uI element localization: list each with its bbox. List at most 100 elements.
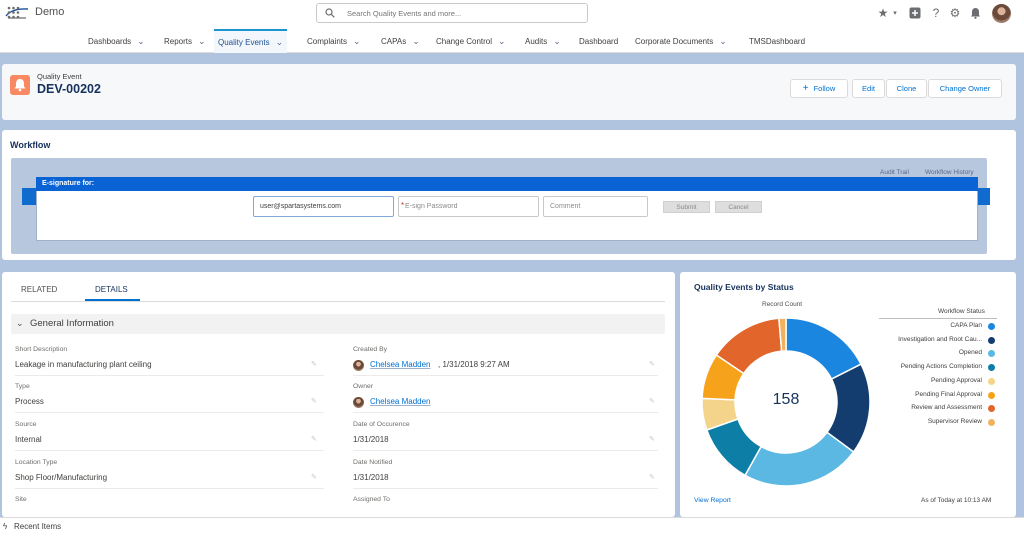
search-icon [325,8,335,18]
user-avatar[interactable] [992,4,1011,23]
legend-item-label[interactable]: Opened [959,349,982,356]
legend-swatch [988,323,995,330]
chevron-down-icon[interactable]: ⌄ [412,36,420,47]
pencil-icon[interactable]: ✎ [311,473,319,481]
view-report-link[interactable]: View Report [694,497,731,504]
legend-item-label[interactable]: Supervisor Review [928,418,982,425]
legend-item-label[interactable]: Investigation and Root Cau... [898,336,982,343]
legend-item-label[interactable]: Pending Approval [931,377,982,384]
chevron-down-icon[interactable]: ⌄ [498,36,506,47]
workflow-history-link[interactable]: Workflow History [925,169,974,176]
legend-item-label[interactable]: Review and Assessment [911,404,982,411]
donut-total: 158 [772,391,800,408]
pencil-icon[interactable]: ✎ [649,360,657,368]
tab-quality-events[interactable]: Quality Events ⌄ [214,29,288,53]
tab-details[interactable]: DETAILS [95,285,128,294]
field-label: Source [15,421,37,428]
legend-item-label[interactable]: Pending Actions Completion [901,363,982,370]
follow-button[interactable]: + Follow [790,79,848,98]
app-launcher-icon[interactable] [7,6,20,19]
field-label: Site [15,496,27,503]
pencil-icon[interactable]: ✎ [311,360,319,368]
legend-swatch [988,418,995,426]
tab-change-control[interactable]: Change Control ⌄ [432,29,510,53]
chevron-down-icon[interactable]: ⌄ [719,36,727,47]
submit-button[interactable]: Submit [663,201,710,213]
legend-divider [879,318,997,319]
chart-title: Quality Events by Status [694,282,794,292]
field-divider [353,450,658,451]
required-indicator: * [401,201,405,210]
chevron-down-icon[interactable]: ⌄ [137,36,145,47]
tab-reports[interactable]: Reports ⌄ [160,29,210,53]
record-count-label: Record Count [762,301,803,308]
search-input[interactable] [347,6,577,20]
esign-password-field[interactable] [398,196,539,217]
app-name: Demo [35,6,65,18]
help-icon[interactable]: ? [929,6,943,20]
change-owner-button[interactable]: Change Owner [928,79,1002,98]
global-search[interactable] [316,3,588,23]
pencil-icon[interactable]: ✎ [311,397,319,405]
recent-items-button[interactable]: Recent Items [14,522,61,531]
chevron-down-icon[interactable]: ⌄ [198,36,206,47]
tab-label: Complaints [307,36,348,46]
tab-tmsdashboard[interactable]: TMSDashboard [745,29,809,53]
tab-label: Quality Events [218,37,270,47]
field-divider [15,375,324,376]
pencil-icon[interactable]: ✎ [649,435,657,443]
field-label: Date of Occurence [353,421,410,428]
tab-dashboard[interactable]: Dashboard [575,29,622,53]
tab-corporate-documents[interactable]: Corporate Documents ⌄ [631,29,731,53]
active-tab-indicator [85,299,140,301]
tab-capas[interactable]: CAPAs ⌄ [377,29,424,53]
user-link[interactable]: Chelsea Madden [370,360,430,369]
field-suffix: , 1/31/2018 9:27 AM [438,360,510,369]
record-type-label: Quality Event [37,72,82,81]
tab-related[interactable]: RELATED [21,285,57,294]
legend-swatch [988,391,995,399]
chevron-down-icon[interactable]: ▾ [888,6,902,20]
field-value: Process [15,397,44,406]
audit-trail-link[interactable]: Audit Trail [880,169,909,176]
esignature-title: E-signature for: [36,177,978,191]
pencil-icon[interactable]: ✎ [311,435,319,443]
edit-button[interactable]: Edit [852,79,885,98]
tab-audits[interactable]: Audits ⌄ [521,29,565,53]
user-link[interactable]: Chelsea Madden [370,397,430,406]
chevron-down-icon[interactable]: ⌄ [276,37,284,48]
field-divider [15,412,324,413]
chevron-down-icon[interactable]: ⌄ [16,318,24,329]
clone-button[interactable]: Clone [886,79,927,98]
legend-swatch [988,336,995,344]
field-value: Internal [15,435,42,444]
tab-label: Corporate Documents [635,36,714,46]
esign-username-field[interactable] [253,196,394,217]
field-divider [15,450,324,451]
tab-complaints[interactable]: Complaints ⌄ [303,29,365,53]
pencil-icon[interactable]: ✎ [649,397,657,405]
notifications-bell-icon[interactable] [968,6,982,20]
tab-label: Change Control [436,36,493,46]
chevron-down-icon[interactable]: ⌄ [553,36,561,47]
field-label: Location Type [15,459,58,466]
tab-label: TMSDashboard [749,36,806,46]
esign-comment-field[interactable] [543,196,648,217]
pencil-icon[interactable]: ✎ [649,473,657,481]
legend-item-label[interactable]: Pending Final Approval [915,391,982,398]
donut-slice-opened[interactable] [744,431,855,487]
field-divider [353,375,658,376]
field-label: Owner [353,383,374,390]
field-label: Assigned To [353,496,390,503]
plus-icon[interactable] [908,6,922,20]
field-divider [353,412,658,413]
follow-label: Follow [813,84,836,93]
field-value: Leakage in manufacturing plant ceiling [15,360,152,369]
tab-dashboards[interactable]: Dashboards ⌄ [84,29,149,53]
chevron-down-icon[interactable]: ⌄ [353,36,361,47]
cancel-button[interactable]: Cancel [715,201,762,213]
setup-gear-icon[interactable]: ⚙ [948,6,962,20]
workflow-title: Workflow [10,140,51,150]
legend-item-label[interactable]: CAPA Plan [950,322,982,329]
user-avatar [353,360,364,371]
